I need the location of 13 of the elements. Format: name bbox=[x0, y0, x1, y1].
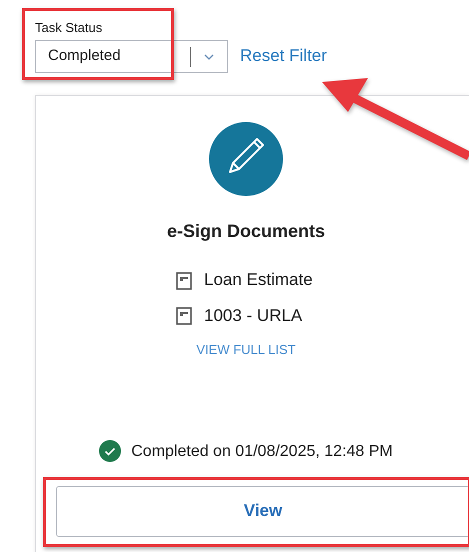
reset-filter-link[interactable]: Reset Filter bbox=[240, 42, 327, 68]
field-label: Task Status bbox=[35, 19, 102, 37]
document-icon bbox=[176, 307, 192, 326]
document-name: Loan Estimate bbox=[204, 269, 313, 291]
pencil-icon bbox=[209, 122, 283, 196]
completion-status: Completed on 01/08/2025, 12:48 PM bbox=[131, 442, 393, 462]
document-icon bbox=[176, 272, 192, 290]
document-name: 1003 - URLA bbox=[204, 304, 302, 326]
card-title: e-Sign Documents bbox=[166, 220, 326, 243]
view-full-list-link[interactable]: VIEW FULL LIST bbox=[196, 340, 296, 360]
view-button[interactable]: View bbox=[56, 486, 469, 536]
chevron-down-icon bbox=[204, 54, 214, 60]
status-dropdown[interactable]: Completed bbox=[35, 40, 228, 73]
